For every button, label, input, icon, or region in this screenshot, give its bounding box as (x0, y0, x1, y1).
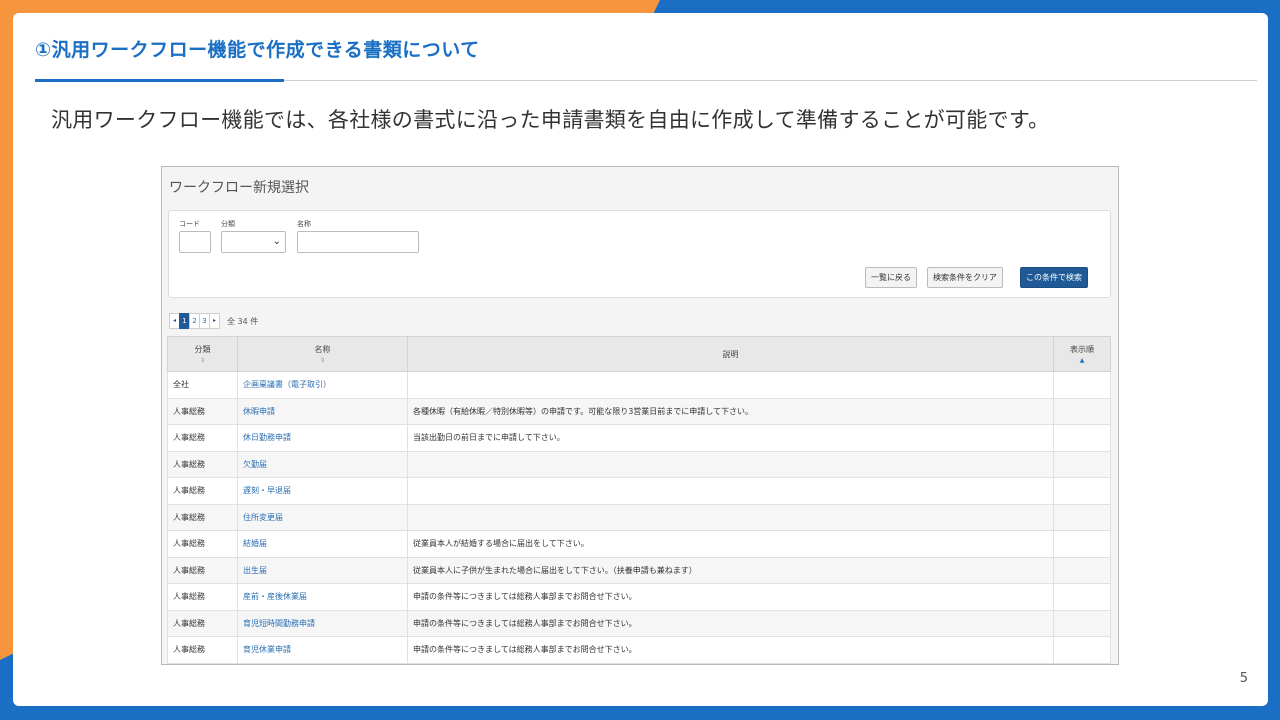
pagination: ◂ 1 2 3 ▸ 全 34 件 (169, 313, 258, 329)
row-name-link[interactable]: 育児休業申請 (237, 636, 408, 664)
row-description (407, 371, 1054, 399)
name-input[interactable] (297, 231, 419, 253)
slide: ①汎用ワークフロー機能で作成できる書類について 汎用ワークフロー機能では、各社様… (13, 13, 1268, 706)
table-row[interactable]: 人事総務 住所変更届 (167, 503, 1111, 531)
slide-title: ①汎用ワークフロー機能で作成できる書類について (35, 39, 480, 61)
row-description (407, 477, 1054, 505)
table-row[interactable]: 人事総務 出生届 従業員本人に子供が生まれた場合に届出をして下さい。（扶養申請も兼ね… (167, 556, 1111, 584)
name-label: 名称 (297, 220, 311, 228)
row-description: 従業員本人が結婚する場合に届出をして下さい。 (407, 530, 1054, 558)
sort-icon: ⇕ (199, 357, 206, 364)
row-description: 各種休暇（有給休暇／特別休暇等）の申請です。可能な限り3営業日前までに申請して下… (407, 397, 1054, 425)
header-display-order[interactable]: 表示順 ▲ (1053, 336, 1111, 372)
title-accent-bar (35, 79, 284, 82)
row-name-link[interactable]: 住所変更届 (237, 503, 408, 531)
table-row[interactable]: 人事総務 産前・産後休業届 申請の条件等につきましては総務人事部までお問合せ下さい。 (167, 583, 1111, 611)
clear-search-button[interactable]: 検索条件をクリア (927, 267, 1003, 288)
row-name-link[interactable]: 育児短時間勤務申請 (237, 609, 408, 637)
intro-text: 汎用ワークフロー機能では、各社様の書式に沿った申請書類を自由に作成して準備するこ… (51, 108, 1050, 132)
table-row[interactable]: 人事総務 育児短時間勤務申請 申請の条件等につきましては総務人事部までお問合せ下さい… (167, 609, 1111, 637)
row-name-link[interactable]: 産前・産後休業届 (237, 583, 408, 611)
row-description (407, 450, 1054, 478)
row-display-order (1053, 556, 1111, 584)
row-description: 当該出勤日の前日までに申請して下さい。 (407, 424, 1054, 452)
row-category: 人事総務 (167, 609, 238, 637)
table-row[interactable]: 人事総務 育児休業申請 申請の条件等につきましては総務人事部までお問合せ下さい。 (167, 636, 1111, 664)
row-name-link[interactable]: 休日勤務申請 (237, 424, 408, 452)
row-category: 人事総務 (167, 583, 238, 611)
row-display-order (1053, 477, 1111, 505)
workflow-table: 分類 ⇕ 名称 ⇕ 説明 表示順 ▲ 全社 企画稟議書（電子取引） 人事総務 休暇申請 各種休… (167, 336, 1111, 664)
header-description: 説明 (407, 336, 1054, 372)
row-display-order (1053, 609, 1111, 637)
row-display-order (1053, 530, 1111, 558)
workflow-screenshot: ワークフロー新規選択 コード 分類 名称 ⌄ 一覧に戻る 検索条件をクリア この… (161, 166, 1119, 665)
row-description: 従業員本人に子供が生まれた場合に届出をして下さい。（扶養申請も兼ねます） (407, 556, 1054, 584)
row-name-link[interactable]: 遅刻・早退届 (237, 477, 408, 505)
row-category: 人事総務 (167, 556, 238, 584)
row-category: 人事総務 (167, 636, 238, 664)
chevron-down-icon: ⌄ (272, 236, 281, 247)
row-category: 全社 (167, 371, 238, 399)
next-page-button[interactable]: ▸ (209, 313, 220, 329)
row-category: 人事総務 (167, 530, 238, 558)
bunrui-label: 分類 (221, 220, 235, 228)
row-display-order (1053, 450, 1111, 478)
row-category: 人事総務 (167, 450, 238, 478)
row-category: 人事総務 (167, 424, 238, 452)
table-header-row: 分類 ⇕ 名称 ⇕ 説明 表示順 ▲ (167, 336, 1111, 372)
row-description (407, 503, 1054, 531)
row-display-order (1053, 503, 1111, 531)
sort-icon: ⇕ (319, 357, 326, 364)
table-row[interactable]: 人事総務 結婚届 従業員本人が結婚する場合に届出をして下さい。 (167, 530, 1111, 558)
table-row[interactable]: 人事総務 遅刻・早退届 (167, 477, 1111, 505)
table-body: 全社 企画稟議書（電子取引） 人事総務 休暇申請 各種休暇（有給休暇／特別休暇等）の申請… (167, 371, 1111, 664)
row-display-order (1053, 371, 1111, 399)
back-to-list-button[interactable]: 一覧に戻る (865, 267, 917, 288)
row-category: 人事総務 (167, 397, 238, 425)
row-name-link[interactable]: 休暇申請 (237, 397, 408, 425)
row-description: 申請の条件等につきましては総務人事部までお問合せ下さい。 (407, 636, 1054, 664)
table-row[interactable]: 全社 企画稟議書（電子取引） (167, 371, 1111, 399)
row-name-link[interactable]: 欠勤届 (237, 450, 408, 478)
row-description: 申請の条件等につきましては総務人事部までお問合せ下さい。 (407, 609, 1054, 637)
row-name-link[interactable]: 結婚届 (237, 530, 408, 558)
table-row[interactable]: 人事総務 欠勤届 (167, 450, 1111, 478)
search-panel: コード 分類 名称 ⌄ 一覧に戻る 検索条件をクリア この条件で検索 (168, 210, 1111, 298)
header-name[interactable]: 名称 ⇕ (237, 336, 408, 372)
header-category[interactable]: 分類 ⇕ (167, 336, 238, 372)
bunrui-select[interactable]: ⌄ (221, 231, 286, 253)
row-category: 人事総務 (167, 477, 238, 505)
row-name-link[interactable]: 出生届 (237, 556, 408, 584)
row-category: 人事総務 (167, 503, 238, 531)
table-row[interactable]: 人事総務 休日勤務申請 当該出勤日の前日までに申請して下さい。 (167, 424, 1111, 452)
row-display-order (1053, 636, 1111, 664)
table-row[interactable]: 人事総務 休暇申請 各種休暇（有給休暇／特別休暇等）の申請です。可能な限り3営業日前… (167, 397, 1111, 425)
row-display-order (1053, 424, 1111, 452)
code-label: コード (179, 220, 200, 228)
sort-ascending-icon: ▲ (1079, 357, 1085, 364)
page-number: 5 (1239, 671, 1248, 686)
row-display-order (1053, 397, 1111, 425)
row-description: 申請の条件等につきましては総務人事部までお問合せ下さい。 (407, 583, 1054, 611)
code-input[interactable] (179, 231, 211, 253)
row-display-order (1053, 583, 1111, 611)
row-name-link[interactable]: 企画稟議書（電子取引） (237, 371, 408, 399)
total-count: 全 34 件 (227, 316, 259, 326)
workflow-page-title: ワークフロー新規選択 (169, 180, 309, 196)
search-button[interactable]: この条件で検索 (1020, 267, 1088, 288)
